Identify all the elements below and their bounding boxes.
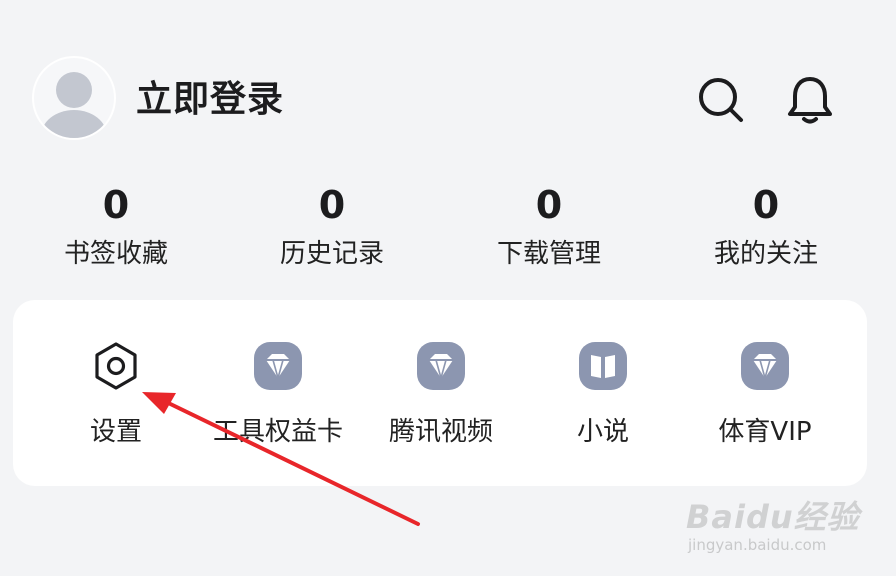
tool-label: 工具权益卡 xyxy=(212,417,343,447)
stat-downloads[interactable]: 0 下载管理 xyxy=(459,180,639,272)
stat-count: 0 xyxy=(102,183,130,227)
tool-label: 设置 xyxy=(89,417,142,447)
avatar-shoulders-shape xyxy=(41,110,107,138)
stat-label: 书签收藏 xyxy=(63,239,168,269)
login-link[interactable]: 立即登录 xyxy=(136,76,284,124)
search-icon[interactable] xyxy=(695,74,747,126)
avatar-head-shape xyxy=(56,72,92,108)
tool-label: 腾讯视频 xyxy=(388,417,493,447)
stats-row: 0 书签收藏 0 历史记录 0 下载管理 0 我的关注 xyxy=(0,180,896,280)
stat-label: 下载管理 xyxy=(496,239,601,269)
stat-history[interactable]: 0 历史记录 xyxy=(242,180,422,272)
tool-label: 小说 xyxy=(576,417,629,447)
tool-tencent-video[interactable]: 腾讯视频 xyxy=(356,340,526,450)
watermark-url: jingyan.baidu.com xyxy=(688,536,827,554)
tool-label: 体育VIP xyxy=(718,417,812,447)
stat-count: 0 xyxy=(318,183,346,227)
bell-icon[interactable] xyxy=(784,74,836,126)
tool-benefits-card[interactable]: 工具权益卡 xyxy=(193,340,363,450)
diamond-icon xyxy=(252,340,304,392)
stat-label: 历史记录 xyxy=(279,239,384,269)
avatar[interactable] xyxy=(34,58,114,138)
tool-settings[interactable]: 设置 xyxy=(31,340,201,450)
book-icon xyxy=(577,340,629,392)
settings-icon xyxy=(90,340,142,392)
tool-novel[interactable]: 小说 xyxy=(518,340,688,450)
stat-following[interactable]: 0 我的关注 xyxy=(676,180,856,272)
baidu-watermark: Baidu经验 jingyan.baidu.com xyxy=(680,478,880,568)
stat-bookmarks[interactable]: 0 书签收藏 xyxy=(26,180,206,272)
tools-card: 设置 工具权益卡 腾讯视频 小说 体育VIP xyxy=(13,300,867,486)
diamond-icon xyxy=(415,340,467,392)
stat-count: 0 xyxy=(752,183,780,227)
stat-label: 我的关注 xyxy=(713,239,818,269)
tool-sports-vip[interactable]: 体育VIP xyxy=(680,340,850,450)
diamond-icon xyxy=(739,340,791,392)
watermark-brand: Baidu经验 xyxy=(686,498,860,536)
stat-count: 0 xyxy=(535,183,563,227)
